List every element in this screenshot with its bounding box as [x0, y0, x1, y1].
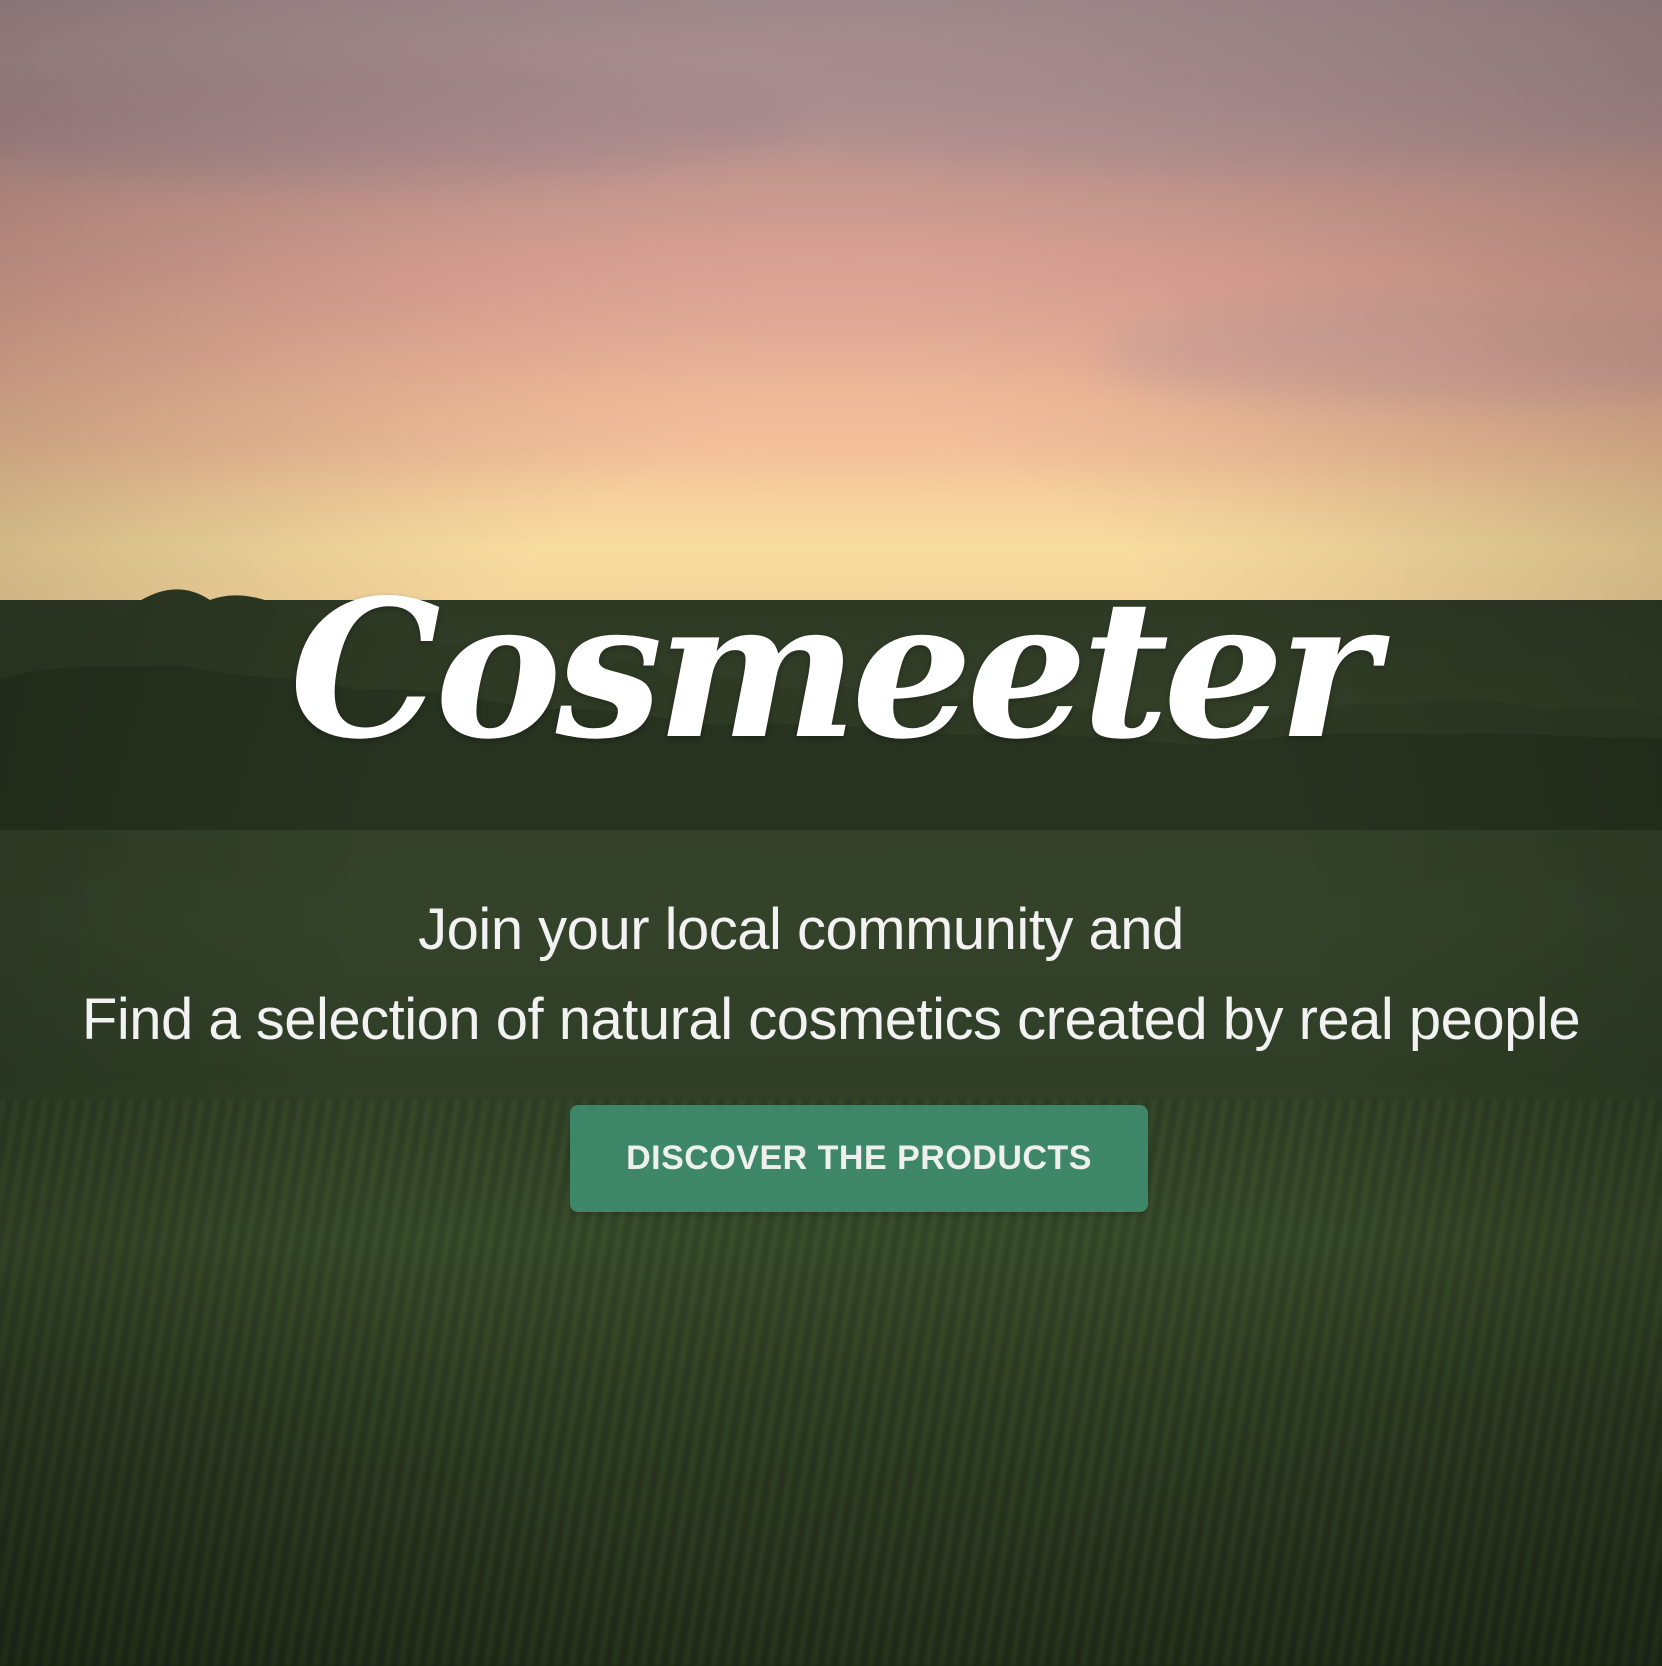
- discover-products-button[interactable]: DISCOVER THE PRODUCTS: [570, 1105, 1148, 1212]
- discover-products-button-label: DISCOVER THE PRODUCTS: [626, 1139, 1092, 1177]
- hero-section: Cosmeeter Join your local community and …: [0, 0, 1662, 1666]
- tagline-line-2: Find a selection of natural cosmetics cr…: [81, 987, 1581, 1052]
- brand-logo: Cosmeeter: [289, 558, 1378, 781]
- tagline-line-1: Join your local community and: [418, 897, 1184, 962]
- vignette-overlay: [0, 0, 1662, 1666]
